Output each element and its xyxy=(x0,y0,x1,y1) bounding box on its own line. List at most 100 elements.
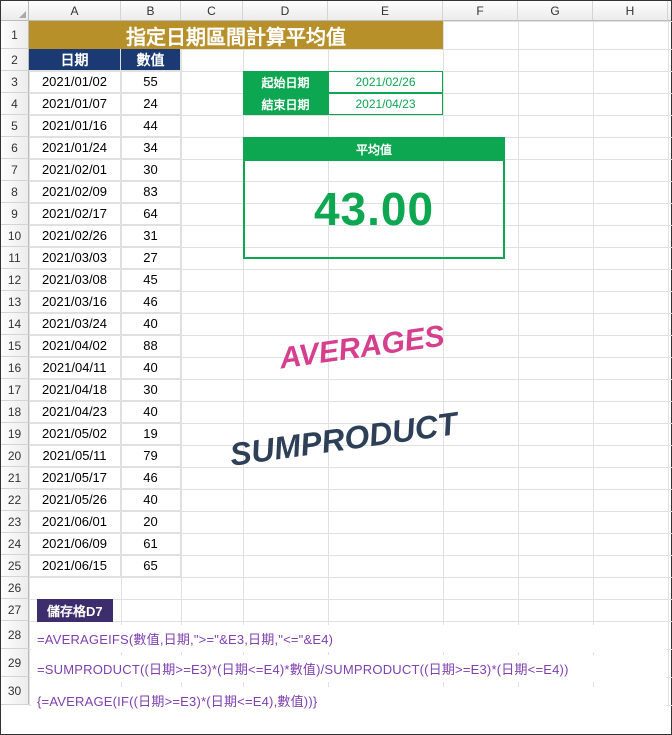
row-header-12[interactable]: 12 xyxy=(1,269,29,291)
select-all-corner[interactable] xyxy=(1,1,29,20)
cell-reference-label: 儲存格D7 xyxy=(37,599,113,622)
date-cell[interactable]: 2021/06/01 xyxy=(29,511,121,533)
start-date-label[interactable]: 起始日期 xyxy=(243,71,328,93)
start-date-value[interactable]: 2021/02/26 xyxy=(328,71,443,93)
value-cell[interactable]: 31 xyxy=(121,225,181,247)
value-cell[interactable]: 40 xyxy=(121,313,181,335)
row-headers: 1234567891011121314151617181920212223242… xyxy=(1,21,29,705)
formula-2[interactable]: =SUMPRODUCT((日期>=E3)*(日期<=E4)*數值)/SUMPRO… xyxy=(31,655,667,682)
col-header-H[interactable]: H xyxy=(593,1,668,20)
value-cell[interactable]: 34 xyxy=(121,137,181,159)
row-header-9[interactable]: 9 xyxy=(1,203,29,225)
col-header-A[interactable]: A xyxy=(29,1,121,20)
date-cell[interactable]: 2021/02/26 xyxy=(29,225,121,247)
date-cell[interactable]: 2021/02/09 xyxy=(29,181,121,203)
date-cell[interactable]: 2021/06/15 xyxy=(29,555,121,577)
date-cell[interactable]: 2021/01/07 xyxy=(29,93,121,115)
row-header-16[interactable]: 16 xyxy=(1,357,29,379)
value-cell[interactable]: 40 xyxy=(121,401,181,423)
formula-3[interactable]: {=AVERAGE(IF((日期>=E3)*(日期<=E4),數值))} xyxy=(31,687,667,714)
value-cell[interactable]: 20 xyxy=(121,511,181,533)
value-cell[interactable]: 65 xyxy=(121,555,181,577)
row-header-15[interactable]: 15 xyxy=(1,335,29,357)
row-header-6[interactable]: 6 xyxy=(1,137,29,159)
col-header-E[interactable]: E xyxy=(328,1,443,20)
col-header-B[interactable]: B xyxy=(121,1,181,20)
date-cell[interactable]: 2021/05/11 xyxy=(29,445,121,467)
date-cell[interactable]: 2021/06/09 xyxy=(29,533,121,555)
row-header-14[interactable]: 14 xyxy=(1,313,29,335)
value-cell[interactable]: 27 xyxy=(121,247,181,269)
date-cell[interactable]: 2021/01/02 xyxy=(29,71,121,93)
col-header-C[interactable]: C xyxy=(181,1,243,20)
row-header-4[interactable]: 4 xyxy=(1,93,29,115)
date-cell[interactable]: 2021/01/16 xyxy=(29,115,121,137)
value-cell[interactable]: 83 xyxy=(121,181,181,203)
row-header-24[interactable]: 24 xyxy=(1,533,29,555)
row-header-26[interactable]: 26 xyxy=(1,577,29,599)
row-header-20[interactable]: 20 xyxy=(1,445,29,467)
value-cell[interactable]: 88 xyxy=(121,335,181,357)
col-header-F[interactable]: F xyxy=(443,1,518,20)
date-cell[interactable]: 2021/03/24 xyxy=(29,313,121,335)
row-header-21[interactable]: 21 xyxy=(1,467,29,489)
value-cell[interactable]: 61 xyxy=(121,533,181,555)
row-header-3[interactable]: 3 xyxy=(1,71,29,93)
date-cell[interactable]: 2021/04/02 xyxy=(29,335,121,357)
value-cell[interactable]: 40 xyxy=(121,489,181,511)
row-header-17[interactable]: 17 xyxy=(1,379,29,401)
row-header-1[interactable]: 1 xyxy=(1,21,29,49)
row-header-7[interactable]: 7 xyxy=(1,159,29,181)
value-cell[interactable]: 64 xyxy=(121,203,181,225)
col-header-G[interactable]: G xyxy=(518,1,593,20)
date-cell[interactable]: 2021/03/16 xyxy=(29,291,121,313)
col-header-D[interactable]: D xyxy=(243,1,328,20)
row-header-29[interactable]: 29 xyxy=(1,649,29,677)
header-value[interactable]: 數值 xyxy=(121,49,181,71)
date-cell[interactable]: 2021/04/11 xyxy=(29,357,121,379)
header-date[interactable]: 日期 xyxy=(29,49,121,71)
value-cell[interactable]: 30 xyxy=(121,379,181,401)
end-date-label[interactable]: 結束日期 xyxy=(243,93,328,115)
row-header-11[interactable]: 11 xyxy=(1,247,29,269)
row-header-22[interactable]: 22 xyxy=(1,489,29,511)
average-box: 平均值 43.00 xyxy=(243,137,505,259)
value-cell[interactable]: 44 xyxy=(121,115,181,137)
row-header-25[interactable]: 25 xyxy=(1,555,29,577)
value-cell[interactable]: 79 xyxy=(121,445,181,467)
date-cell[interactable]: 2021/01/24 xyxy=(29,137,121,159)
formula-1[interactable]: =AVERAGEIFS(數值,日期,">="&E3,日期,"<="&E4) xyxy=(31,625,667,652)
date-cell[interactable]: 2021/05/17 xyxy=(29,467,121,489)
value-cell[interactable]: 19 xyxy=(121,423,181,445)
row-header-10[interactable]: 10 xyxy=(1,225,29,247)
date-cell[interactable]: 2021/03/03 xyxy=(29,247,121,269)
date-cell[interactable]: 2021/03/08 xyxy=(29,269,121,291)
column-headers: A B C D E F G H xyxy=(1,1,671,21)
value-cell[interactable]: 30 xyxy=(121,159,181,181)
date-cell[interactable]: 2021/05/02 xyxy=(29,423,121,445)
value-cell[interactable]: 55 xyxy=(121,71,181,93)
row-header-8[interactable]: 8 xyxy=(1,181,29,203)
row-header-30[interactable]: 30 xyxy=(1,677,29,705)
value-cell[interactable]: 40 xyxy=(121,357,181,379)
value-cell[interactable]: 46 xyxy=(121,467,181,489)
date-cell[interactable]: 2021/02/17 xyxy=(29,203,121,225)
average-label: 平均值 xyxy=(245,139,503,161)
value-cell[interactable]: 46 xyxy=(121,291,181,313)
value-cell[interactable]: 45 xyxy=(121,269,181,291)
row-header-28[interactable]: 28 xyxy=(1,621,29,649)
row-header-13[interactable]: 13 xyxy=(1,291,29,313)
decoration-sumproduct: SUMPRODUCT xyxy=(228,405,460,474)
end-date-value[interactable]: 2021/04/23 xyxy=(328,93,443,115)
date-cell[interactable]: 2021/04/18 xyxy=(29,379,121,401)
row-header-5[interactable]: 5 xyxy=(1,115,29,137)
value-cell[interactable]: 24 xyxy=(121,93,181,115)
row-header-27[interactable]: 27 xyxy=(1,599,29,621)
row-header-23[interactable]: 23 xyxy=(1,511,29,533)
row-header-19[interactable]: 19 xyxy=(1,423,29,445)
row-header-2[interactable]: 2 xyxy=(1,49,29,71)
date-cell[interactable]: 2021/02/01 xyxy=(29,159,121,181)
row-header-18[interactable]: 18 xyxy=(1,401,29,423)
date-cell[interactable]: 2021/04/23 xyxy=(29,401,121,423)
date-cell[interactable]: 2021/05/26 xyxy=(29,489,121,511)
